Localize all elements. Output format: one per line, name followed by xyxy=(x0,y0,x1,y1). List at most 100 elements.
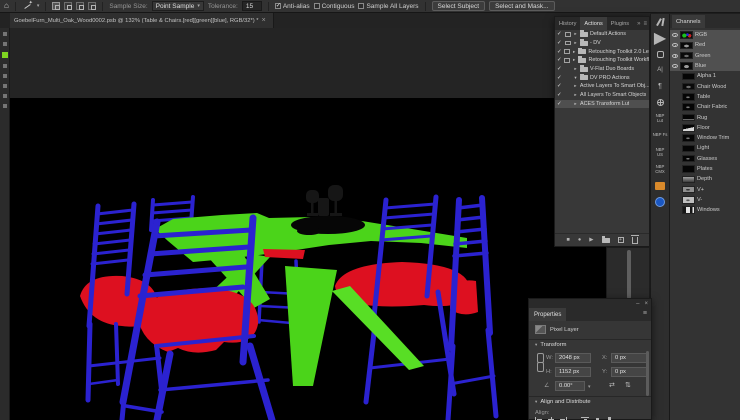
delete-button[interactable] xyxy=(630,234,639,244)
expand-arrow-icon[interactable]: ▸ xyxy=(572,57,576,63)
expand-arrow-icon[interactable]: ▸ xyxy=(573,40,578,46)
channel-row[interactable]: Blue xyxy=(670,60,740,72)
visibility-eye-icon[interactable] xyxy=(672,64,678,69)
channel-row[interactable]: Light xyxy=(670,143,740,153)
sample-size-dropdown[interactable]: Point Sample ▾ xyxy=(151,1,204,11)
actions-play-panel-icon[interactable]: ▶ xyxy=(651,30,669,47)
link-dimensions-icon[interactable] xyxy=(537,353,544,373)
action-row-selected[interactable]: ✓ ▸ ACES Transform Lut xyxy=(555,99,649,109)
brushes-panel-icon[interactable] xyxy=(656,18,665,27)
x-input[interactable]: 0 px xyxy=(611,353,647,363)
paragraph-panel-icon[interactable]: ¶ xyxy=(651,78,669,94)
transform-section-header[interactable]: ▾ Transform xyxy=(535,342,567,348)
panel-menu-icon[interactable]: ≡ xyxy=(643,310,647,317)
tool-icon[interactable] xyxy=(2,42,7,46)
new-selection-mode-button[interactable] xyxy=(52,2,61,10)
globe-panel-icon[interactable] xyxy=(656,98,664,106)
channel-row[interactable]: Green xyxy=(670,50,740,61)
dialog-toggle-icon[interactable] xyxy=(564,49,570,54)
panel-menu-icon[interactable]: ≡ xyxy=(643,21,647,27)
visibility-eye-icon[interactable] xyxy=(672,53,678,58)
tab-channels[interactable]: Channels xyxy=(672,15,705,28)
action-set-row[interactable]: ✓ ▸ - DV xyxy=(555,39,649,48)
sample-all-layers-checkbox[interactable]: Sample All Layers xyxy=(358,3,419,10)
select-and-mask-button[interactable]: Select and Mask... xyxy=(489,1,555,11)
check-icon[interactable]: ✓ xyxy=(557,66,563,72)
tab-history[interactable]: History xyxy=(555,17,580,30)
visibility-eye-icon[interactable] xyxy=(672,33,678,38)
channel-row[interactable]: Alpha 1 xyxy=(670,71,740,81)
channel-row[interactable]: Red xyxy=(670,40,740,51)
document-tab[interactable]: GoebelFurn_Multi_Oak_Wood0002.psb @ 132%… xyxy=(10,13,274,28)
tool-icon[interactable] xyxy=(2,84,7,88)
minimize-icon[interactable]: – xyxy=(636,301,639,307)
check-icon[interactable]: ✓ xyxy=(557,101,563,107)
home-icon[interactable]: ⌂ xyxy=(4,2,9,10)
align-section-header[interactable]: ▾ Align and Distribute xyxy=(535,399,591,405)
expand-arrow-icon[interactable]: ▸ xyxy=(572,49,576,55)
nbp-us-panel-icon[interactable]: NBP US xyxy=(653,147,668,158)
tool-icon[interactable] xyxy=(2,74,7,78)
channel-row[interactable]: Rug xyxy=(670,112,740,122)
action-row[interactable]: ✓ ▸ All Layers To Smart Objects xyxy=(555,91,649,100)
visibility-eye-icon[interactable] xyxy=(672,43,678,48)
tab-plugins[interactable]: Plugins xyxy=(607,17,633,30)
check-icon[interactable]: ✓ xyxy=(557,40,563,46)
collapse-panel-icon[interactable]: » xyxy=(637,21,640,27)
scrollbar-thumb[interactable] xyxy=(646,351,649,396)
close-icon[interactable]: × xyxy=(262,17,266,24)
check-icon[interactable]: ✓ xyxy=(557,92,563,98)
action-set-row[interactable]: ✓▸Retouching Toolkit 2.0 Leg... xyxy=(555,47,649,56)
expand-arrow-icon[interactable]: ▸ xyxy=(573,101,578,107)
add-selection-mode-button[interactable] xyxy=(64,2,73,10)
angle-input[interactable]: 0.00° xyxy=(555,381,585,391)
nbp-fs-panel-icon[interactable]: NBP Fs xyxy=(653,132,668,138)
check-icon[interactable]: ✓ xyxy=(557,75,563,81)
check-icon[interactable]: ✓ xyxy=(557,31,563,37)
channel-row[interactable]: Windows xyxy=(670,205,740,215)
action-set-row[interactable]: ✓ ▾ DV PRO Actions xyxy=(555,73,649,82)
expand-arrow-icon[interactable]: ▸ xyxy=(573,31,578,37)
channel-row[interactable]: Chair Wood xyxy=(670,81,740,91)
play-button[interactable]: ▶ xyxy=(589,237,593,243)
stop-panel-icon[interactable] xyxy=(656,50,664,58)
select-subject-button[interactable]: Select Subject xyxy=(431,1,486,11)
close-icon[interactable]: × xyxy=(644,301,648,307)
height-input[interactable]: 1152 px xyxy=(555,367,591,377)
channel-row[interactable]: Floor xyxy=(670,123,740,133)
blue-plugin-icon[interactable] xyxy=(655,197,665,207)
stop-button[interactable]: ■ xyxy=(566,237,569,243)
chevron-down-icon[interactable]: ▾ xyxy=(588,384,591,390)
channel-row[interactable]: V- xyxy=(670,195,740,205)
action-row[interactable]: ✓ ▸ Active Layers To Smart Obj... xyxy=(555,82,649,91)
tools-panel-edge[interactable] xyxy=(0,28,10,420)
anti-alias-checkbox[interactable]: Anti-alias xyxy=(274,2,310,10)
record-button[interactable]: ● xyxy=(578,237,581,243)
dialog-toggle-icon[interactable] xyxy=(564,58,570,63)
check-icon[interactable]: ✓ xyxy=(557,49,562,55)
expand-arrow-icon[interactable]: ▸ xyxy=(573,83,578,89)
channel-row[interactable]: Table xyxy=(670,92,740,102)
new-action-button[interactable] xyxy=(617,237,624,243)
tool-icon[interactable] xyxy=(2,94,7,98)
collapse-arrow-icon[interactable]: ▾ xyxy=(573,75,578,81)
tool-icon[interactable] xyxy=(2,64,7,68)
character-panel-icon[interactable]: A| xyxy=(651,62,669,78)
orange-plugin-icon[interactable] xyxy=(655,182,665,190)
expand-arrow-icon[interactable]: ▸ xyxy=(573,92,578,98)
tool-icon[interactable] xyxy=(2,104,7,108)
intersect-selection-mode-button[interactable] xyxy=(88,2,97,10)
dialog-toggle-icon[interactable] xyxy=(565,32,571,37)
properties-titlebar[interactable]: – × xyxy=(529,299,651,308)
check-icon[interactable]: ✓ xyxy=(557,83,563,89)
action-set-row[interactable]: ✓ ▸ Default Actions xyxy=(555,30,649,39)
tab-properties[interactable]: Properties xyxy=(529,308,567,321)
channel-row[interactable]: Plates xyxy=(670,164,740,174)
action-set-row[interactable]: ✓ ▸ V-Flat Duo Boards xyxy=(555,65,649,74)
check-icon[interactable]: ✓ xyxy=(557,57,562,63)
nbp-lut-panel-icon[interactable]: NBP Lut xyxy=(653,113,668,124)
chevron-down-icon[interactable]: ▾ xyxy=(37,3,40,9)
dialog-toggle-icon[interactable] xyxy=(565,40,571,46)
tolerance-input[interactable]: 15 xyxy=(241,1,262,11)
y-input[interactable]: 0 px xyxy=(611,367,647,377)
